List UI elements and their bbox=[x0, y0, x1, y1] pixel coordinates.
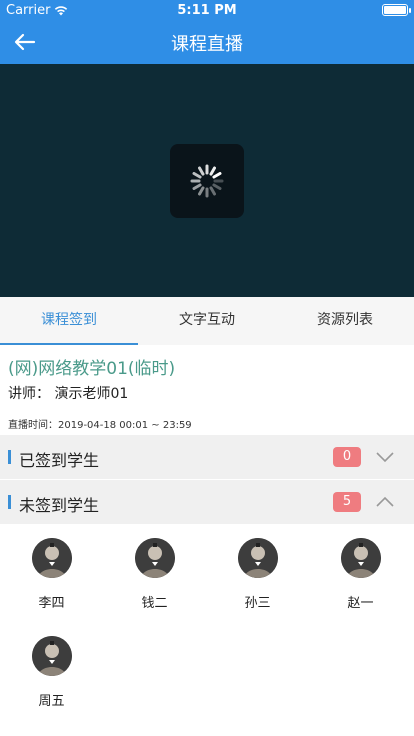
signed-students-label: 已签到学生 bbox=[19, 451, 100, 470]
section-accent-bar bbox=[8, 495, 11, 509]
unsigned-students-label: 未签到学生 bbox=[19, 496, 100, 515]
tab-resource-list[interactable]: 资源列表 bbox=[276, 297, 414, 345]
user-avatar-icon bbox=[340, 538, 381, 578]
battery-icon bbox=[382, 4, 411, 16]
user-avatar-icon bbox=[237, 538, 278, 578]
avatar bbox=[237, 538, 278, 578]
user-avatar-icon bbox=[134, 538, 175, 578]
video-player[interactable] bbox=[0, 64, 414, 297]
student-item[interactable]: 周五 bbox=[0, 626, 103, 709]
student-name: 周五 bbox=[38, 694, 65, 709]
student-name: 孙三 bbox=[244, 596, 271, 611]
live-time: 直播时间：2019-04-18 00:01 ~ 23:59 bbox=[8, 420, 192, 431]
student-name: 钱二 bbox=[141, 596, 168, 611]
unsigned-students-header[interactable]: 未签到学生 5 bbox=[0, 480, 414, 524]
tab-text-interaction[interactable]: 文字互动 bbox=[138, 297, 276, 345]
section-accent-bar bbox=[8, 450, 11, 464]
status-bar: Carrier 5:11 PM bbox=[0, 0, 414, 20]
page-title: 课程直播 bbox=[171, 34, 243, 55]
clock: 5:11 PM bbox=[177, 3, 237, 18]
chevron-up-icon bbox=[376, 496, 394, 507]
user-avatar-icon bbox=[31, 636, 72, 676]
tab-bar: 课程签到 文字互动 资源列表 bbox=[0, 297, 414, 345]
spinner-icon bbox=[190, 164, 224, 198]
spinner-spoke bbox=[192, 183, 202, 190]
signed-count-badge: 0 bbox=[333, 447, 361, 467]
teacher-label: 讲师： 演示老师01 bbox=[8, 386, 129, 402]
spinner-spoke bbox=[198, 166, 205, 176]
avatar bbox=[31, 636, 72, 676]
loading-indicator bbox=[170, 144, 244, 218]
user-avatar-icon bbox=[31, 538, 72, 578]
course-title: (网)网络教学01(临时) bbox=[8, 359, 176, 379]
spinner-spoke bbox=[209, 166, 216, 176]
student-item[interactable]: 赵一 bbox=[309, 528, 412, 611]
spinner-spoke bbox=[212, 183, 222, 190]
signed-students-header[interactable]: 已签到学生 0 bbox=[0, 435, 414, 479]
avatar bbox=[134, 538, 175, 578]
spinner-spoke bbox=[198, 186, 205, 196]
student-item[interactable]: 孙三 bbox=[206, 528, 309, 611]
student-name: 赵一 bbox=[347, 596, 374, 611]
chevron-down-icon bbox=[376, 452, 394, 463]
student-item[interactable]: 李四 bbox=[0, 528, 103, 611]
avatar bbox=[31, 538, 72, 578]
student-item[interactable]: 钱二 bbox=[103, 528, 206, 611]
nav-bar: 课程直播 bbox=[0, 20, 414, 64]
student-name: 李四 bbox=[38, 596, 65, 611]
spinner-spoke bbox=[212, 172, 222, 179]
avatar bbox=[340, 538, 381, 578]
unsigned-count-badge: 5 bbox=[333, 492, 361, 512]
tab-course-signin[interactable]: 课程签到 bbox=[0, 297, 138, 345]
spinner-spoke bbox=[192, 172, 202, 179]
spinner-spoke bbox=[209, 186, 216, 196]
